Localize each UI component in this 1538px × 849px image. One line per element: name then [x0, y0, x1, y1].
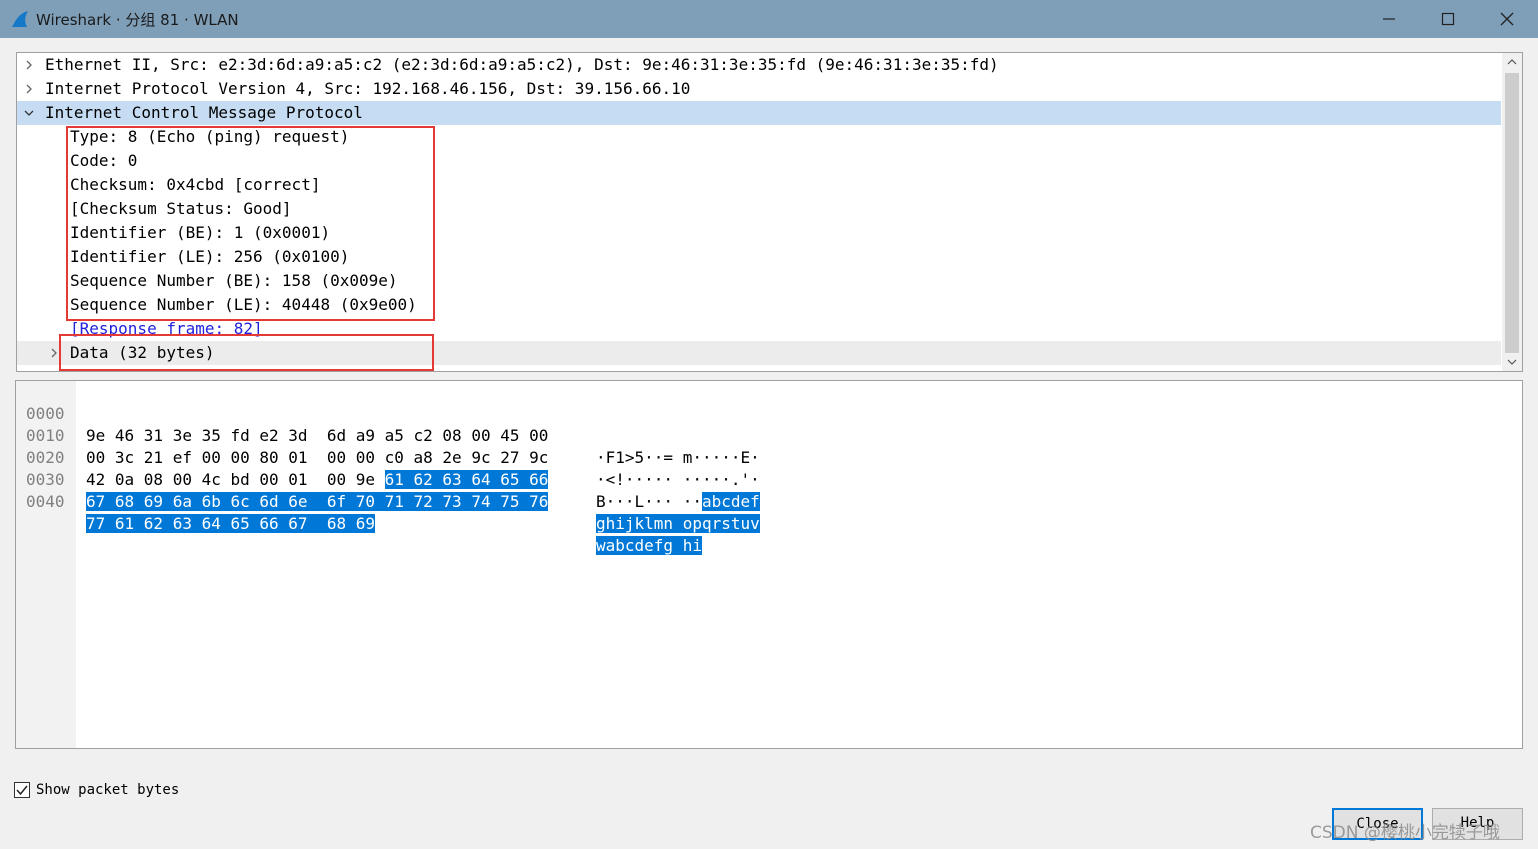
- hex-bytes[interactable]: 77 61 62 63 64 65 66 67 68 69: [86, 513, 375, 535]
- maximize-icon: [1441, 12, 1455, 26]
- ascii-bytes[interactable]: ghijklmn opqrstuv: [596, 513, 760, 535]
- chevron-right-icon[interactable]: [48, 347, 60, 359]
- packet-bytes-pane[interactable]: 0000 9e 46 31 3e 35 fd e2 3d 6d a9 a5 c2…: [15, 380, 1523, 749]
- tree-row-icmp[interactable]: Internet Control Message Protocol: [17, 101, 1501, 125]
- chevron-down-icon[interactable]: [23, 107, 35, 119]
- tree-row-label: Ethernet II, Src: e2:3d:6d:a9:a5:c2 (e2:…: [45, 55, 999, 74]
- tree-row-label: [Checksum Status: Good]: [70, 199, 292, 218]
- tree-scrollbar[interactable]: [1502, 53, 1522, 371]
- window-title: Wireshark · 分组 81 · WLAN: [36, 11, 239, 29]
- scroll-up-icon[interactable]: [1506, 57, 1518, 67]
- close-window-button[interactable]: [1478, 0, 1536, 38]
- show-packet-bytes-checkbox[interactable]: [14, 782, 30, 798]
- packet-details-tree[interactable]: Ethernet II, Src: e2:3d:6d:a9:a5:c2 (e2:…: [16, 52, 1523, 372]
- chevron-right-icon[interactable]: [23, 83, 35, 95]
- ascii-bytes[interactable]: B···L··· ··abcdef: [596, 491, 760, 513]
- title-bar[interactable]: Wireshark · 分组 81 · WLAN: [0, 0, 1538, 38]
- tree-row-identifier-be[interactable]: Identifier (BE): 1 (0x0001): [17, 221, 1501, 245]
- hex-bytes-plain: 9e 46 31 3e 35 fd e2 3d 6d a9 a5 c2 08 0…: [86, 426, 549, 445]
- bytes-row: 0010 00 3c 21 ef 00 00 80 01 00 00 c0 a8…: [16, 403, 760, 489]
- hex-bytes[interactable]: 67 68 69 6a 6b 6c 6d 6e 6f 70 71 72 73 7…: [86, 491, 549, 513]
- tree-row-icmp-code[interactable]: Code: 0: [17, 149, 1501, 173]
- hex-bytes[interactable]: 9e 46 31 3e 35 fd e2 3d 6d a9 a5 c2 08 0…: [86, 425, 548, 447]
- minimize-button[interactable]: [1360, 0, 1418, 38]
- tree-row-label: Code: 0: [70, 151, 138, 170]
- ascii-bytes-highlighted: wabcdefg hi: [596, 536, 702, 555]
- tree-row-label: Checksum: 0x4cbd [correct]: [70, 175, 321, 194]
- ascii-bytes-plain: ·F1>5··= m·····E·: [596, 448, 760, 467]
- ascii-bytes[interactable]: ·F1>5··= m·····E·: [596, 447, 760, 469]
- hex-bytes[interactable]: 42 0a 08 00 4c bd 00 01 00 9e 61 62 63 6…: [86, 469, 549, 491]
- hex-bytes-plain: 42 0a 08 00 4c bd 00 01 00 9e: [86, 470, 385, 489]
- hex-bytes-highlighted: 67 68 69 6a 6b 6c 6d 6e 6f 70 71 72 73 7…: [86, 492, 549, 511]
- ascii-bytes-plain: B···L··· ··: [596, 492, 702, 511]
- ascii-bytes-highlighted: ghijklmn opqrstuv: [596, 514, 760, 533]
- close-icon: [1500, 12, 1514, 26]
- tree-row-ipv4[interactable]: Internet Protocol Version 4, Src: 192.16…: [17, 77, 1501, 101]
- tree-row-sequence-be[interactable]: Sequence Number (BE): 158 (0x009e): [17, 269, 1501, 293]
- tree-row-label: Internet Protocol Version 4, Src: 192.16…: [45, 79, 691, 98]
- tree-row-checksum[interactable]: Checksum: 0x4cbd [correct]: [17, 173, 1501, 197]
- tree-row-label: Sequence Number (BE): 158 (0x009e): [70, 271, 398, 290]
- hex-bytes-highlighted: 61 62 63 64 65 66: [384, 470, 549, 489]
- bytes-row: 0000 9e 46 31 3e 35 fd e2 3d 6d a9 a5 c2…: [16, 381, 760, 467]
- ascii-bytes-highlighted: abcdef: [701, 492, 760, 511]
- checkmark-icon: [16, 785, 28, 796]
- tree-row-label: Sequence Number (LE): 40448 (0x9e00): [70, 295, 417, 314]
- scrollbar-thumb[interactable]: [1505, 73, 1519, 353]
- tree-row-label: Type: 8 (Echo (ping) request): [70, 127, 350, 146]
- hex-bytes[interactable]: 00 3c 21 ef 00 00 80 01 00 00 c0 a8 2e 9…: [86, 447, 548, 469]
- chevron-right-icon[interactable]: [23, 59, 35, 71]
- tree-row-label: Data (32 bytes): [70, 343, 215, 362]
- tree-row-label: Identifier (LE): 256 (0x0100): [70, 247, 350, 266]
- hex-bytes-plain: 00 3c 21 ef 00 00 80 01 00 00 c0 a8 2e 9…: [86, 448, 549, 467]
- maximize-button[interactable]: [1419, 0, 1477, 38]
- tree-row-ethernet[interactable]: Ethernet II, Src: e2:3d:6d:a9:a5:c2 (e2:…: [17, 53, 1501, 77]
- tree-row-sequence-le[interactable]: Sequence Number (LE): 40448 (0x9e00): [17, 293, 1501, 317]
- minimize-icon: [1383, 18, 1395, 20]
- ascii-bytes-plain: ·<!····· ·····.'·: [596, 470, 760, 489]
- response-frame-link[interactable]: [Response frame: 82]: [70, 317, 263, 341]
- ascii-bytes[interactable]: wabcdefg hi: [596, 535, 702, 557]
- tree-row-response-frame[interactable]: [Response frame: 82]: [17, 317, 1501, 341]
- show-packet-bytes-label[interactable]: Show packet bytes: [36, 782, 179, 798]
- tree-row-label: Identifier (BE): 1 (0x0001): [70, 223, 331, 242]
- bytes-row: 0040 77 61 62 63 64 65 66 67 68 69 wabcd…: [16, 469, 702, 555]
- tree-row-identifier-le[interactable]: Identifier (LE): 256 (0x0100): [17, 245, 1501, 269]
- bytes-row: 0030 67 68 69 6a 6b 6c 6d 6e 6f 70 71 72…: [16, 447, 760, 533]
- byte-offset: 0040: [26, 492, 65, 511]
- bytes-row: 0020 42 0a 08 00 4c bd 00 01 00 9e 61 62…: [16, 425, 760, 511]
- scroll-down-icon[interactable]: [1506, 357, 1518, 367]
- tree-row-data[interactable]: Data (32 bytes): [17, 341, 1501, 365]
- tree-row-icmp-type[interactable]: Type: 8 (Echo (ping) request): [17, 125, 1501, 149]
- wireshark-fin-icon: [12, 11, 28, 27]
- watermark: CSDN @樱桃小完犊子哦: [1310, 823, 1500, 843]
- ascii-bytes[interactable]: ·<!····· ·····.'·: [596, 469, 760, 491]
- tree-row-label: Internet Control Message Protocol: [45, 103, 363, 122]
- hex-bytes-highlighted: 77 61 62 63 64 65 66 67 68 69: [86, 514, 375, 533]
- tree-row-checksum-status[interactable]: [Checksum Status: Good]: [17, 197, 1501, 221]
